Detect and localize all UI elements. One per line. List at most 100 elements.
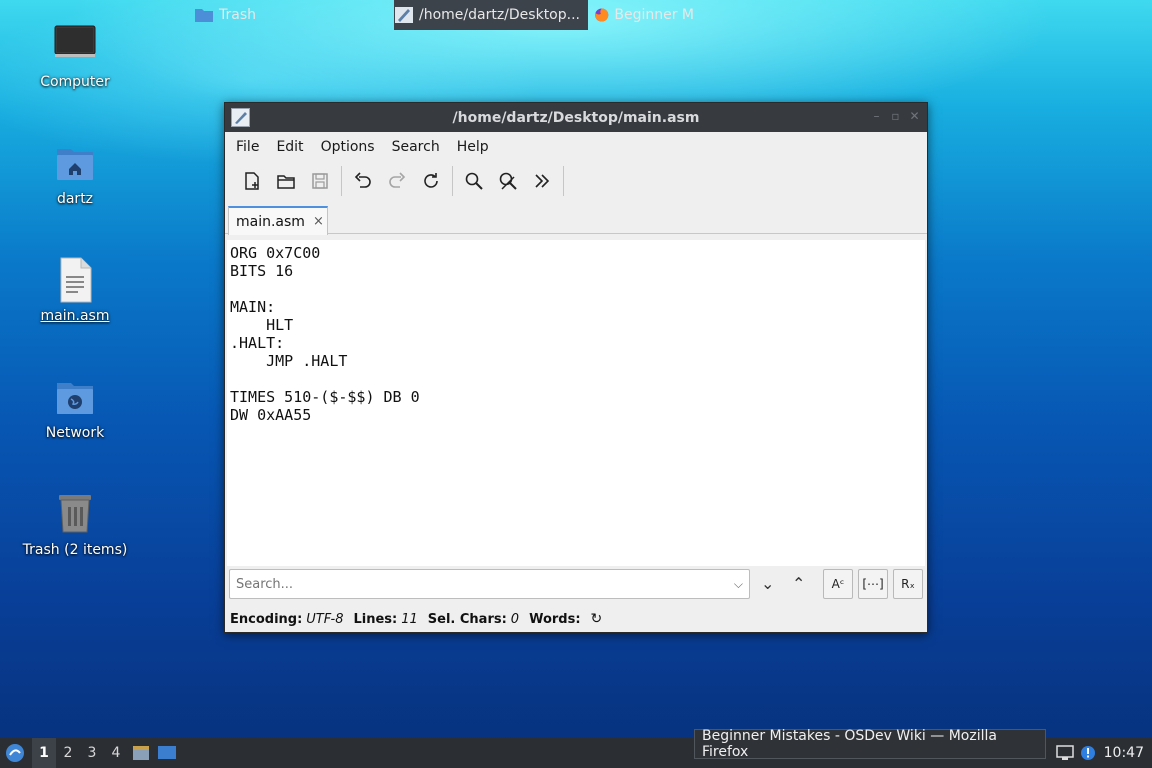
tab-label: main.asm <box>236 213 305 230</box>
save-button[interactable] <box>303 164 337 198</box>
text-editor-icon <box>231 108 250 127</box>
task-firefox[interactable]: Beginner M <box>594 0 694 30</box>
search-field[interactable]: ⌵ <box>229 569 750 599</box>
lines-label: Lines: <box>353 611 398 627</box>
code-line: .HALT: <box>230 334 285 352</box>
tab-main-asm[interactable]: main.asm × <box>228 206 328 235</box>
words-label: Words: <box>529 611 581 627</box>
file-manager-launcher[interactable] <box>128 738 154 768</box>
show-desktop-button[interactable] <box>154 738 180 768</box>
task-label: Beginner M <box>614 7 694 23</box>
redo-icon <box>389 172 406 188</box>
code-line: DW 0xAA55 <box>230 406 312 424</box>
code-line: ORG 0x7C00 <box>230 244 321 262</box>
new-file-button[interactable] <box>235 164 269 198</box>
desktop-icon-label: main.asm <box>40 308 110 324</box>
find-button[interactable] <box>457 164 491 198</box>
replace-icon <box>499 172 517 190</box>
text-editor-window: /home/dartz/Desktop/main.asm – ▫ ✕ File … <box>224 102 928 633</box>
clock[interactable]: 10:47 <box>1104 738 1144 768</box>
open-button[interactable] <box>269 164 303 198</box>
save-icon <box>312 173 328 189</box>
code-line: JMP .HALT <box>230 352 348 370</box>
desktop-icon <box>158 746 176 759</box>
editor-text-area[interactable]: ORG 0x7C00 BITS 16 MAIN: HLT .HALT: JMP … <box>227 240 925 566</box>
whole-word-button[interactable]: [⋯] <box>858 569 888 599</box>
toolbar-separator <box>341 166 342 196</box>
workspace-4[interactable]: 4 <box>104 738 128 768</box>
desktop-icon-network[interactable]: Network <box>20 373 130 441</box>
desktop-icon-label: Trash (2 items) <box>22 542 128 558</box>
more-button[interactable] <box>525 164 559 198</box>
menu-help[interactable]: Help <box>450 139 496 155</box>
folder-icon <box>195 9 213 22</box>
code-line: HLT <box>230 316 294 334</box>
tab-close-icon[interactable]: × <box>313 214 324 229</box>
match-case-button[interactable]: Aᶜ <box>823 569 853 599</box>
find-icon <box>465 172 483 190</box>
workspace-2[interactable]: 2 <box>56 738 80 768</box>
menubar: File Edit Options Search Help <box>225 132 927 162</box>
computer-icon <box>51 22 99 70</box>
refresh-word-count-icon[interactable]: ↻ <box>591 611 603 627</box>
firefox-task-tooltip: Beginner Mistakes - OSDev Wiki — Mozilla… <box>694 728 1046 760</box>
workspace-3[interactable]: 3 <box>80 738 104 768</box>
task-label: /home/dartz/Desktop... <box>419 7 580 23</box>
desktop-icon-label: dartz <box>56 191 94 207</box>
task-text-editor[interactable]: /home/dartz/Desktop... <box>394 0 588 30</box>
task-label: Trash <box>219 7 256 23</box>
toolbar-separator <box>563 166 564 196</box>
close-button[interactable]: ✕ <box>908 110 921 123</box>
tab-bar: main.asm × <box>225 200 927 235</box>
lines-value: 11 <box>401 611 418 627</box>
menu-edit[interactable]: Edit <box>269 139 310 155</box>
code-line: MAIN: <box>230 298 276 316</box>
toolbar-separator <box>452 166 453 196</box>
code-line: BITS 16 <box>230 262 294 280</box>
new-file-icon <box>245 172 259 190</box>
sel-chars-value: 0 <box>510 611 520 627</box>
status-bar: Encoding: UTF-8 Lines: 11 Sel. Chars: 0 … <box>225 606 927 632</box>
desktop-icon-home[interactable]: dartz <box>20 139 130 207</box>
more-icon <box>535 174 550 188</box>
home-folder-icon <box>51 139 99 187</box>
desktop-icon-main-asm[interactable]: main.asm <box>20 256 130 324</box>
workspace-1[interactable]: 1 <box>32 738 56 768</box>
encoding-value[interactable]: UTF-8 <box>306 612 343 627</box>
menu-options[interactable]: Options <box>314 139 382 155</box>
undo-icon <box>354 172 371 188</box>
toolbar <box>225 162 927 200</box>
window-titlebar[interactable]: /home/dartz/Desktop/main.asm – ▫ ✕ <box>225 103 927 132</box>
reload-button[interactable] <box>414 164 448 198</box>
start-menu-button[interactable] <box>0 738 30 768</box>
text-file-icon <box>51 256 99 304</box>
replace-button[interactable] <box>491 164 525 198</box>
archive-icon <box>133 746 149 760</box>
find-previous-button[interactable]: ⌃ <box>792 574 805 593</box>
encoding-label: Encoding: <box>230 611 303 627</box>
redo-button[interactable] <box>380 164 414 198</box>
find-next-button[interactable]: ⌄ <box>761 574 774 593</box>
desktop-icon-label: Network <box>45 425 105 441</box>
search-history-dropdown-icon[interactable]: ⌵ <box>734 577 743 592</box>
menu-file[interactable]: File <box>229 139 266 155</box>
open-folder-icon <box>277 175 295 189</box>
sel-chars-label: Sel. Chars: <box>427 611 507 627</box>
minimize-button[interactable]: – <box>870 110 883 123</box>
task-trash[interactable]: Trash <box>194 0 264 30</box>
maximize-button[interactable]: ▫ <box>889 110 902 123</box>
regex-button[interactable]: Rₓ <box>893 569 923 599</box>
firefox-icon <box>595 8 609 22</box>
code-line: TIMES 510-($-$$) DB 0 <box>230 388 420 406</box>
desktop-icon-computer[interactable]: Computer <box>20 22 130 90</box>
text-editor-icon <box>395 7 413 23</box>
menu-search[interactable]: Search <box>385 139 447 155</box>
desktop-icon-trash[interactable]: Trash (2 items) <box>20 490 130 558</box>
update-notification-icon <box>1081 746 1095 760</box>
desktop-icon-label: Computer <box>40 74 110 90</box>
undo-button[interactable] <box>346 164 380 198</box>
window-title: /home/dartz/Desktop/main.asm <box>452 109 700 126</box>
search-input[interactable] <box>236 576 716 592</box>
